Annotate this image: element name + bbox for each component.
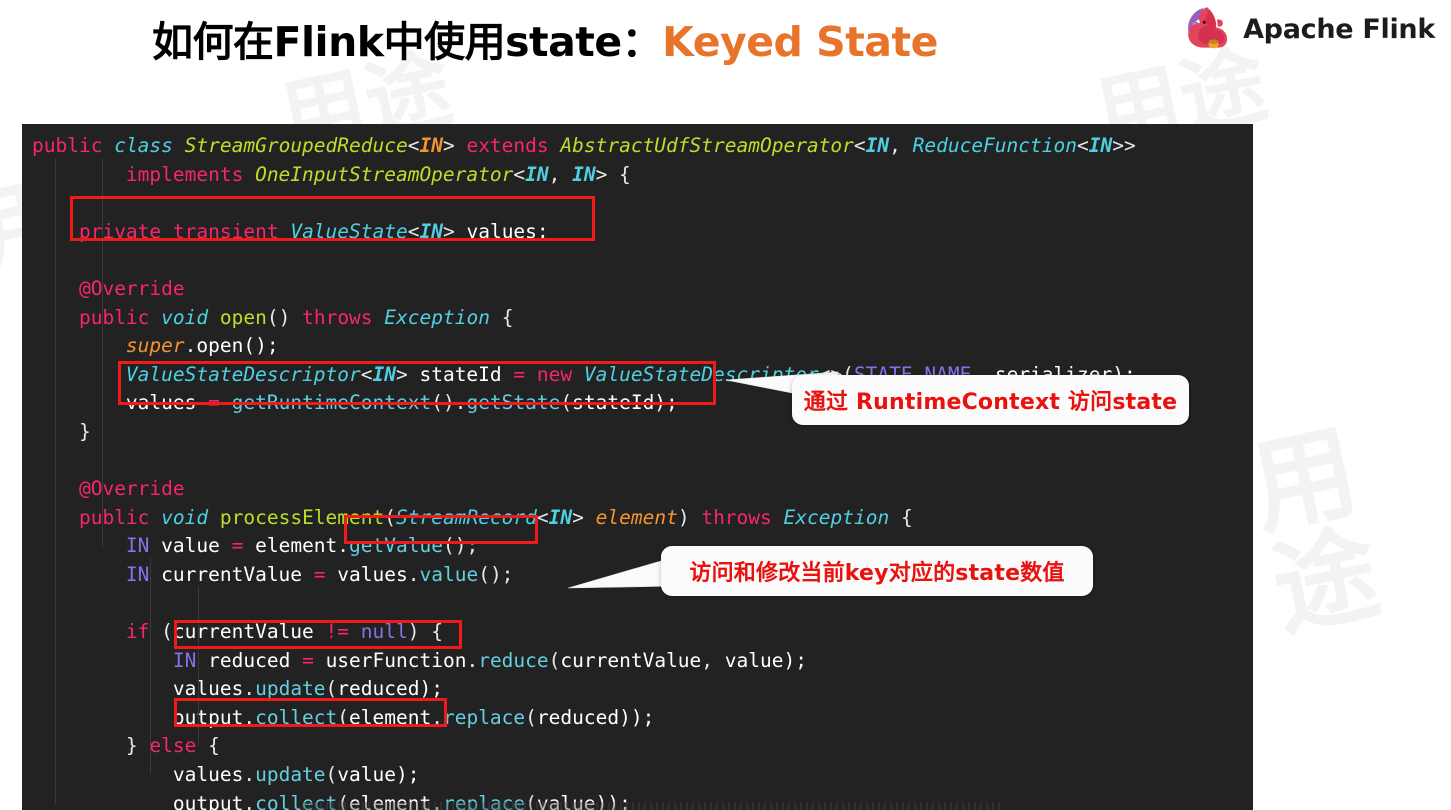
code-content: public class StreamGroupedReduce<IN> ext…	[22, 124, 1253, 810]
code-line: public void open() throws Exception {	[78, 305, 514, 329]
page-title: 如何在Flink中使用state：Keyed State	[152, 8, 938, 68]
callout-key-state-value: 访问和修改当前key对应的state数值	[661, 546, 1093, 596]
code-line: @Override	[78, 276, 185, 300]
code-line: output.collect(element.replace(reduced))…	[172, 705, 655, 729]
code-line: super.open();	[125, 334, 279, 358]
brand: Apache Flink	[1179, 2, 1435, 56]
callout-runtime-context-text: 通过 RuntimeContext 访问state	[803, 390, 1178, 415]
callout-runtime-context: 通过 RuntimeContext 访问state	[792, 375, 1189, 425]
code-line: @Override	[78, 477, 185, 501]
code-line: values.update(value);	[172, 763, 420, 787]
watermark-text: 用途	[1240, 409, 1390, 653]
panel-bottom-artifact	[302, 802, 1002, 810]
indent-guide	[150, 558, 151, 774]
slide-header: 如何在Flink中使用state：Keyed State Apache Flin…	[0, 0, 1451, 80]
code-line: if (currentValue != null) {	[125, 620, 443, 644]
code-line: implements OneInputStreamOperator<IN, IN…	[125, 162, 631, 186]
page-title-accent: Keyed State	[662, 18, 938, 66]
code-line: } else {	[125, 734, 220, 758]
code-line: public class StreamGroupedReduce<IN> ext…	[32, 134, 1136, 157]
page-title-main: 如何在Flink中使用state：	[152, 18, 663, 66]
code-line: IN reduced = userFunction.reduce(current…	[172, 648, 807, 672]
indent-guide	[55, 158, 56, 804]
callout-key-state-value-text: 访问和修改当前key对应的state数值	[689, 561, 1065, 586]
code-line: private transient ValueState<IN> values;	[78, 219, 549, 243]
indent-guide	[102, 158, 103, 548]
indent-guide	[198, 586, 199, 746]
brand-name: Apache Flink	[1243, 13, 1435, 45]
apache-flink-squirrel-logo-icon	[1188, 7, 1228, 49]
code-block-panel: public class StreamGroupedReduce<IN> ext…	[22, 124, 1253, 810]
code-line: public void processElement(StreamRecord<…	[78, 505, 913, 529]
code-line: values.update(reduced);	[172, 677, 443, 701]
